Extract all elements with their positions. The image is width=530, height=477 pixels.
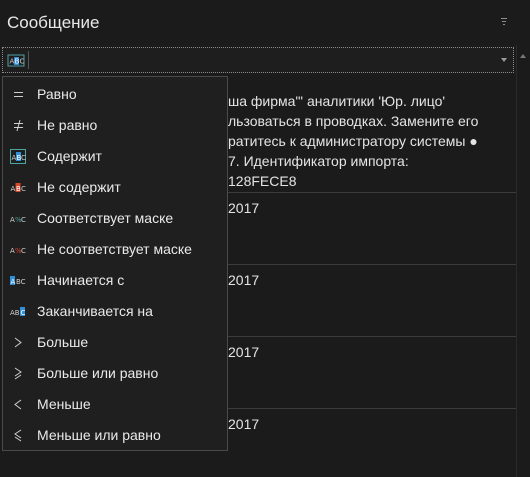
menu-item-label: Содержит bbox=[37, 148, 102, 164]
menu-item-not-contains[interactable]: A B C Не содержит bbox=[3, 172, 227, 203]
menu-item-label: Не соответствует маске bbox=[37, 241, 192, 257]
vertical-scrollbar[interactable] bbox=[516, 45, 530, 477]
svg-text:BC: BC bbox=[16, 278, 26, 286]
row-date[interactable]: 2017 bbox=[228, 416, 259, 432]
filter-operator-menu: Равно Не равно A B C Содержит A B C Не с… bbox=[2, 76, 228, 451]
menu-item-label: Меньше bbox=[37, 396, 91, 412]
menu-item-greater[interactable]: Больше bbox=[3, 327, 227, 358]
menu-item-less[interactable]: Меньше bbox=[3, 389, 227, 420]
row-date[interactable]: 2017 bbox=[228, 344, 259, 360]
menu-item-ends-with[interactable]: AB C Заканчивается на bbox=[3, 296, 227, 327]
message-line: льзоваться в проводках. Замените его bbox=[228, 113, 479, 129]
sort-filter-icon[interactable] bbox=[500, 17, 510, 27]
menu-item-label: Не содержит bbox=[37, 179, 121, 195]
filter-row[interactable]: A B C bbox=[2, 47, 514, 73]
message-line: ратитесь к администратору системы ● bbox=[228, 133, 478, 149]
menu-item-label: Заканчивается на bbox=[37, 303, 153, 319]
menu-item-not-equals[interactable]: Не равно bbox=[3, 110, 227, 141]
filter-operator-button[interactable]: A B C bbox=[4, 51, 29, 69]
menu-item-label: Больше или равно bbox=[37, 365, 159, 381]
menu-item-contains[interactable]: A B C Содержит bbox=[3, 141, 227, 172]
row-date[interactable]: 2017 bbox=[228, 272, 259, 288]
greater-or-equal-icon bbox=[14, 367, 22, 380]
less-icon bbox=[14, 399, 22, 410]
contains-icon: A B C bbox=[10, 149, 26, 164]
message-line: 7. Идентификатор импорта: bbox=[228, 153, 409, 169]
svg-text:AB: AB bbox=[10, 309, 20, 317]
greater-icon bbox=[14, 337, 22, 348]
message-line: 128FECE8 bbox=[228, 173, 297, 189]
row-divider bbox=[228, 336, 516, 337]
ends-with-icon: AB C bbox=[10, 307, 26, 317]
like-icon: A % C bbox=[10, 216, 26, 224]
menu-item-not-like[interactable]: A % C Не соответствует маске bbox=[3, 234, 227, 265]
svg-text:C: C bbox=[20, 58, 25, 66]
menu-item-begins-with[interactable]: A BC Начинается с bbox=[3, 265, 227, 296]
begins-with-icon: A BC bbox=[10, 276, 26, 286]
menu-item-label: Не равно bbox=[37, 117, 98, 133]
menu-item-label: Равно bbox=[37, 86, 77, 102]
menu-item-like[interactable]: A % C Соответствует маске bbox=[3, 203, 227, 234]
svg-text:C: C bbox=[21, 216, 26, 224]
menu-item-greater-or-equal[interactable]: Больше или равно bbox=[3, 358, 227, 389]
not-contains-icon: A B C bbox=[11, 183, 26, 193]
not-equals-icon bbox=[14, 119, 23, 132]
svg-text:C: C bbox=[21, 309, 26, 317]
menu-item-label: Меньше или равно bbox=[37, 427, 161, 443]
filter-dropdown-arrow-icon[interactable] bbox=[499, 51, 509, 69]
menu-item-less-or-equal[interactable]: Меньше или равно bbox=[3, 420, 227, 451]
message-cell[interactable]: ша фирма"' аналитики 'Юр. лицо' льзовать… bbox=[228, 91, 518, 191]
row-divider bbox=[228, 192, 516, 193]
row-date[interactable]: 2017 bbox=[228, 200, 259, 216]
less-or-equal-icon bbox=[14, 429, 22, 442]
svg-text:C: C bbox=[21, 247, 26, 255]
equals-icon bbox=[14, 92, 23, 97]
row-divider bbox=[228, 408, 516, 409]
svg-text:C: C bbox=[21, 154, 26, 162]
column-header: Сообщение bbox=[0, 0, 530, 45]
message-line: ша фирма"' аналитики 'Юр. лицо' bbox=[228, 93, 446, 109]
not-like-icon: A % C bbox=[10, 247, 26, 255]
svg-text:A: A bbox=[11, 278, 16, 286]
menu-item-equals[interactable]: Равно bbox=[3, 79, 227, 110]
menu-item-label: Соответствует маске bbox=[37, 210, 174, 226]
column-title: Сообщение bbox=[7, 13, 100, 32]
svg-text:A: A bbox=[11, 185, 16, 193]
menu-item-label: Начинается с bbox=[37, 272, 125, 288]
scroll-up-arrow-icon[interactable] bbox=[520, 51, 526, 61]
svg-text:C: C bbox=[21, 185, 26, 193]
menu-item-label: Больше bbox=[37, 334, 89, 350]
row-divider bbox=[228, 264, 516, 265]
